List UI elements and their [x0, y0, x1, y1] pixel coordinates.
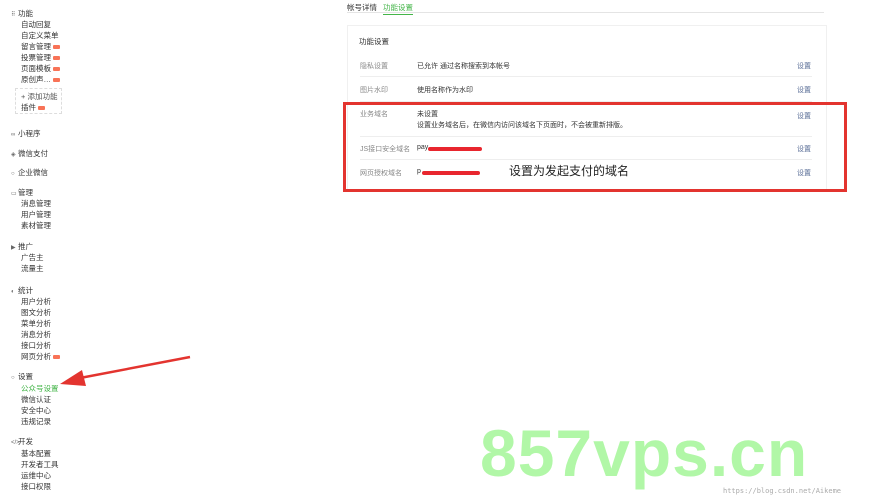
- source-url: https://blog.csdn.net/Aikeme: [723, 487, 842, 495]
- arrow-head: [60, 370, 86, 386]
- arrow-shaft: [79, 355, 191, 380]
- watermark-text: 857vps.cn: [480, 416, 809, 490]
